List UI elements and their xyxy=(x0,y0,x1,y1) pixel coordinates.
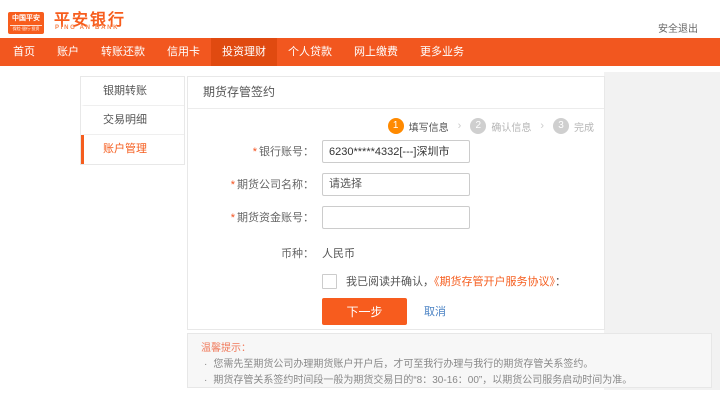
nav-item-home[interactable]: 首页 xyxy=(2,38,46,66)
notice-item: 期货存管关系签约时间段一般为期货交易日的“8：30-16：00”，以期货公司服务… xyxy=(204,371,632,386)
warm-notice-box: 温馨提示： 您需先至期货公司办理期货账户开户后，才可至我行办理与我行的期货存管关… xyxy=(187,333,712,388)
nav-tabs: 首页 账户 转账还款 信用卡 投资理财 个人贷款 网上缴费 更多业务 xyxy=(0,38,720,66)
cancel-link[interactable]: 取消 xyxy=(424,303,446,319)
sidebar-item-transaction-details[interactable]: 交易明细 xyxy=(81,106,184,135)
step-2-circle: 2 xyxy=(470,118,486,134)
step-separator: › xyxy=(458,120,462,132)
bank-account-input[interactable] xyxy=(322,140,470,163)
next-step-button[interactable]: 下一步 xyxy=(322,298,407,325)
notice-item: 您需先至期货公司办理期货账户开户后，才可至我行办理与我行的期货存管关系签约。 xyxy=(204,355,593,370)
actions-row: 下一步 取消 xyxy=(188,297,604,325)
futures-company-row: *期货公司名称： 请选择 xyxy=(188,172,604,196)
nav-item-transfer[interactable]: 转账还款 xyxy=(90,38,156,66)
bank-account-row: *银行账号： xyxy=(188,139,604,163)
currency-label: 币种： xyxy=(188,245,314,261)
nav-item-online-payment[interactable]: 网上缴费 xyxy=(343,38,409,66)
safe-logout-link[interactable]: 安全退出 xyxy=(658,20,698,35)
sidebar-item-account-management[interactable]: 账户管理 xyxy=(81,135,184,164)
sidebar-menu: 银期转账 交易明细 账户管理 xyxy=(80,76,185,165)
nav-item-more-services[interactable]: 更多业务 xyxy=(409,38,475,66)
currency-value: 人民币 xyxy=(322,245,355,261)
bank-account-label: *银行账号： xyxy=(188,143,314,159)
page-title: 期货存管签约 xyxy=(188,77,604,109)
agreement-row: 我已阅读并确认，《期货存管开户服务协议》： xyxy=(188,269,604,293)
agreement-link[interactable]: 《期货存管开户服务协议》 xyxy=(434,276,555,288)
step-1-circle: 1 xyxy=(388,118,404,134)
nav-item-credit-card[interactable]: 信用卡 xyxy=(156,38,211,66)
nav-item-investment[interactable]: 投资理财 xyxy=(211,38,277,66)
futures-account-input[interactable] xyxy=(322,206,470,229)
step-fill-info: 1 填写信息 xyxy=(388,118,449,134)
main-nav-bar: 首页 账户 转账还款 信用卡 投资理财 个人贷款 网上缴费 更多业务 我的资产 … xyxy=(0,38,720,66)
futures-account-row: *期货资金账号： xyxy=(188,205,604,229)
futures-depository-panel: 期货存管签约 1 填写信息 › 2 确认信息 › 3 完成 *银行账号： *期货… xyxy=(187,76,605,330)
step-3-circle: 3 xyxy=(553,118,569,134)
pingan-logo: 中国平安 保险·银行·投资 xyxy=(8,12,44,34)
step-indicator: 1 填写信息 › 2 确认信息 › 3 完成 xyxy=(388,118,594,134)
step-complete: 3 完成 xyxy=(553,118,594,134)
agreement-checkbox[interactable] xyxy=(322,274,337,289)
logo-text-cn: 中国平安 xyxy=(8,14,44,24)
agreement-text: 我已阅读并确认，《期货存管开户服务协议》： xyxy=(346,273,566,289)
step-confirm-info: 2 确认信息 xyxy=(470,118,531,134)
top-header: 中国平安 保险·银行·投资 平安银行 PING AN BANK 安全退出 xyxy=(0,0,720,38)
nav-item-personal-loan[interactable]: 个人贷款 xyxy=(277,38,343,66)
bank-name-en: PING AN BANK xyxy=(55,25,119,31)
currency-row: 币种： 人民币 xyxy=(188,241,604,265)
futures-account-label: *期货资金账号： xyxy=(188,209,314,225)
step-separator: › xyxy=(540,120,544,132)
logo-text-sub: 保险·银行·投资 xyxy=(10,25,42,32)
notice-title: 温馨提示： xyxy=(201,339,251,354)
nav-item-account[interactable]: 账户 xyxy=(46,38,90,66)
sidebar-item-bank-futures-transfer[interactable]: 银期转账 xyxy=(81,77,184,106)
futures-company-select[interactable]: 请选择 xyxy=(322,173,470,196)
futures-company-label: *期货公司名称： xyxy=(188,176,314,192)
